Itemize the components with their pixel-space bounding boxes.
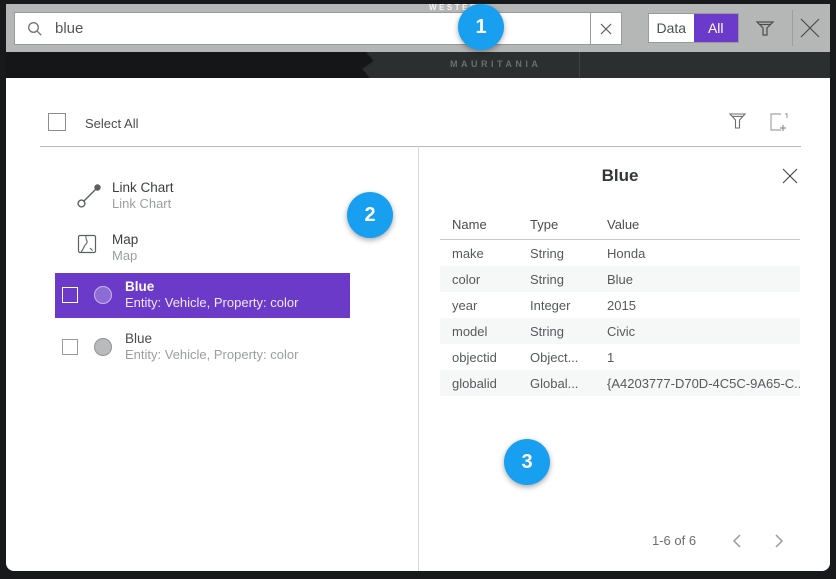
cell-value: Blue <box>607 272 800 287</box>
close-search-icon[interactable] <box>799 17 821 39</box>
map-strip: MAURITANIA <box>6 52 830 78</box>
header-divider <box>40 146 801 147</box>
result-item-blue[interactable]: Blue Entity: Vehicle, Property: color <box>55 325 350 369</box>
map-icon <box>77 234 97 254</box>
next-page-icon[interactable] <box>768 531 788 551</box>
entity-circle-icon <box>94 286 112 304</box>
result-subtitle: Entity: Vehicle, Property: color <box>125 347 298 363</box>
link-chart-icon <box>76 183 104 209</box>
map-boundary-line <box>579 52 580 78</box>
table-row: objectid Object... 1 <box>440 344 800 370</box>
scope-option-data[interactable]: Data <box>649 14 694 42</box>
cell-type: Global... <box>530 376 607 391</box>
cell-value: Honda <box>607 246 800 261</box>
callout-badge-2: 2 <box>347 192 393 238</box>
cell-value: 2015 <box>607 298 800 313</box>
detail-title: Blue <box>440 166 800 186</box>
detail-close-icon[interactable] <box>781 167 799 185</box>
result-subtitle: Entity: Vehicle, Property: color <box>125 295 298 311</box>
table-row: globalid Global... {A4203777-D70D-4C5C-9… <box>440 370 800 396</box>
cell-name: year <box>440 298 530 313</box>
result-subtitle: Link Chart <box>112 196 174 212</box>
search-results-panel: Select All <box>6 78 830 571</box>
cell-type: String <box>530 246 607 261</box>
clear-search-icon[interactable] <box>590 13 621 44</box>
column-header-name: Name <box>440 217 530 232</box>
cell-type: Object... <box>530 350 607 365</box>
result-title: Link Chart <box>112 179 174 196</box>
map-landmass <box>6 52 381 78</box>
properties-table: Name Type Value make String Honda color … <box>440 210 800 396</box>
column-header-value: Value <box>607 217 800 232</box>
result-checkbox[interactable] <box>62 287 78 303</box>
cell-value: Civic <box>607 324 800 339</box>
pagination: 1-6 of 6 <box>440 528 800 556</box>
search-toolbar: Data All <box>6 4 830 52</box>
column-header-type: Type <box>530 217 607 232</box>
search-icon <box>27 21 43 37</box>
filter-icon[interactable] <box>755 18 775 38</box>
toolbar-divider <box>792 10 793 46</box>
results-filter-icon[interactable] <box>728 111 747 132</box>
select-all-checkbox[interactable] <box>48 113 66 131</box>
result-item-blue-selected[interactable]: Blue Entity: Vehicle, Property: color <box>55 273 350 318</box>
panel-divider <box>418 146 419 571</box>
result-title: Blue <box>125 278 298 295</box>
scope-option-all[interactable]: All <box>694 14 739 42</box>
result-item-link-chart[interactable]: Link Chart Link Chart <box>76 178 376 218</box>
table-row: year Integer 2015 <box>440 292 800 318</box>
cell-name: objectid <box>440 350 530 365</box>
cell-name: model <box>440 324 530 339</box>
search-box-group <box>14 12 622 45</box>
result-subtitle: Map <box>112 248 138 264</box>
add-to-selection-icon[interactable] <box>769 112 789 132</box>
callout-badge-1: 1 <box>458 4 504 50</box>
table-header-row: Name Type Value <box>440 210 800 240</box>
result-title: Map <box>112 231 138 248</box>
cell-name: make <box>440 246 530 261</box>
cell-value: {A4203777-D70D-4C5C-9A65-C... <box>607 376 800 391</box>
cell-value: 1 <box>607 350 800 365</box>
callout-badge-3: 3 <box>504 439 550 485</box>
cell-type: String <box>530 272 607 287</box>
table-row: make String Honda <box>440 240 800 266</box>
result-checkbox[interactable] <box>62 339 78 355</box>
map-region-label: MAURITANIA <box>450 59 541 69</box>
cell-type: Integer <box>530 298 607 313</box>
search-input[interactable] <box>43 13 590 44</box>
result-title: Blue <box>125 330 298 347</box>
select-all-label: Select All <box>85 116 138 131</box>
table-row: model String Civic <box>440 318 800 344</box>
app-window: Data All WESTER MAURITANIA Select All <box>0 0 836 579</box>
cell-name: color <box>440 272 530 287</box>
scope-toggle: Data All <box>648 13 739 43</box>
cell-type: String <box>530 324 607 339</box>
table-row: color String Blue <box>440 266 800 292</box>
cell-name: globalid <box>440 376 530 391</box>
previous-page-icon[interactable] <box>728 531 748 551</box>
result-item-map[interactable]: Map Map <box>76 230 376 270</box>
entity-circle-icon <box>94 338 112 356</box>
page-range-label: 1-6 of 6 <box>652 533 696 548</box>
